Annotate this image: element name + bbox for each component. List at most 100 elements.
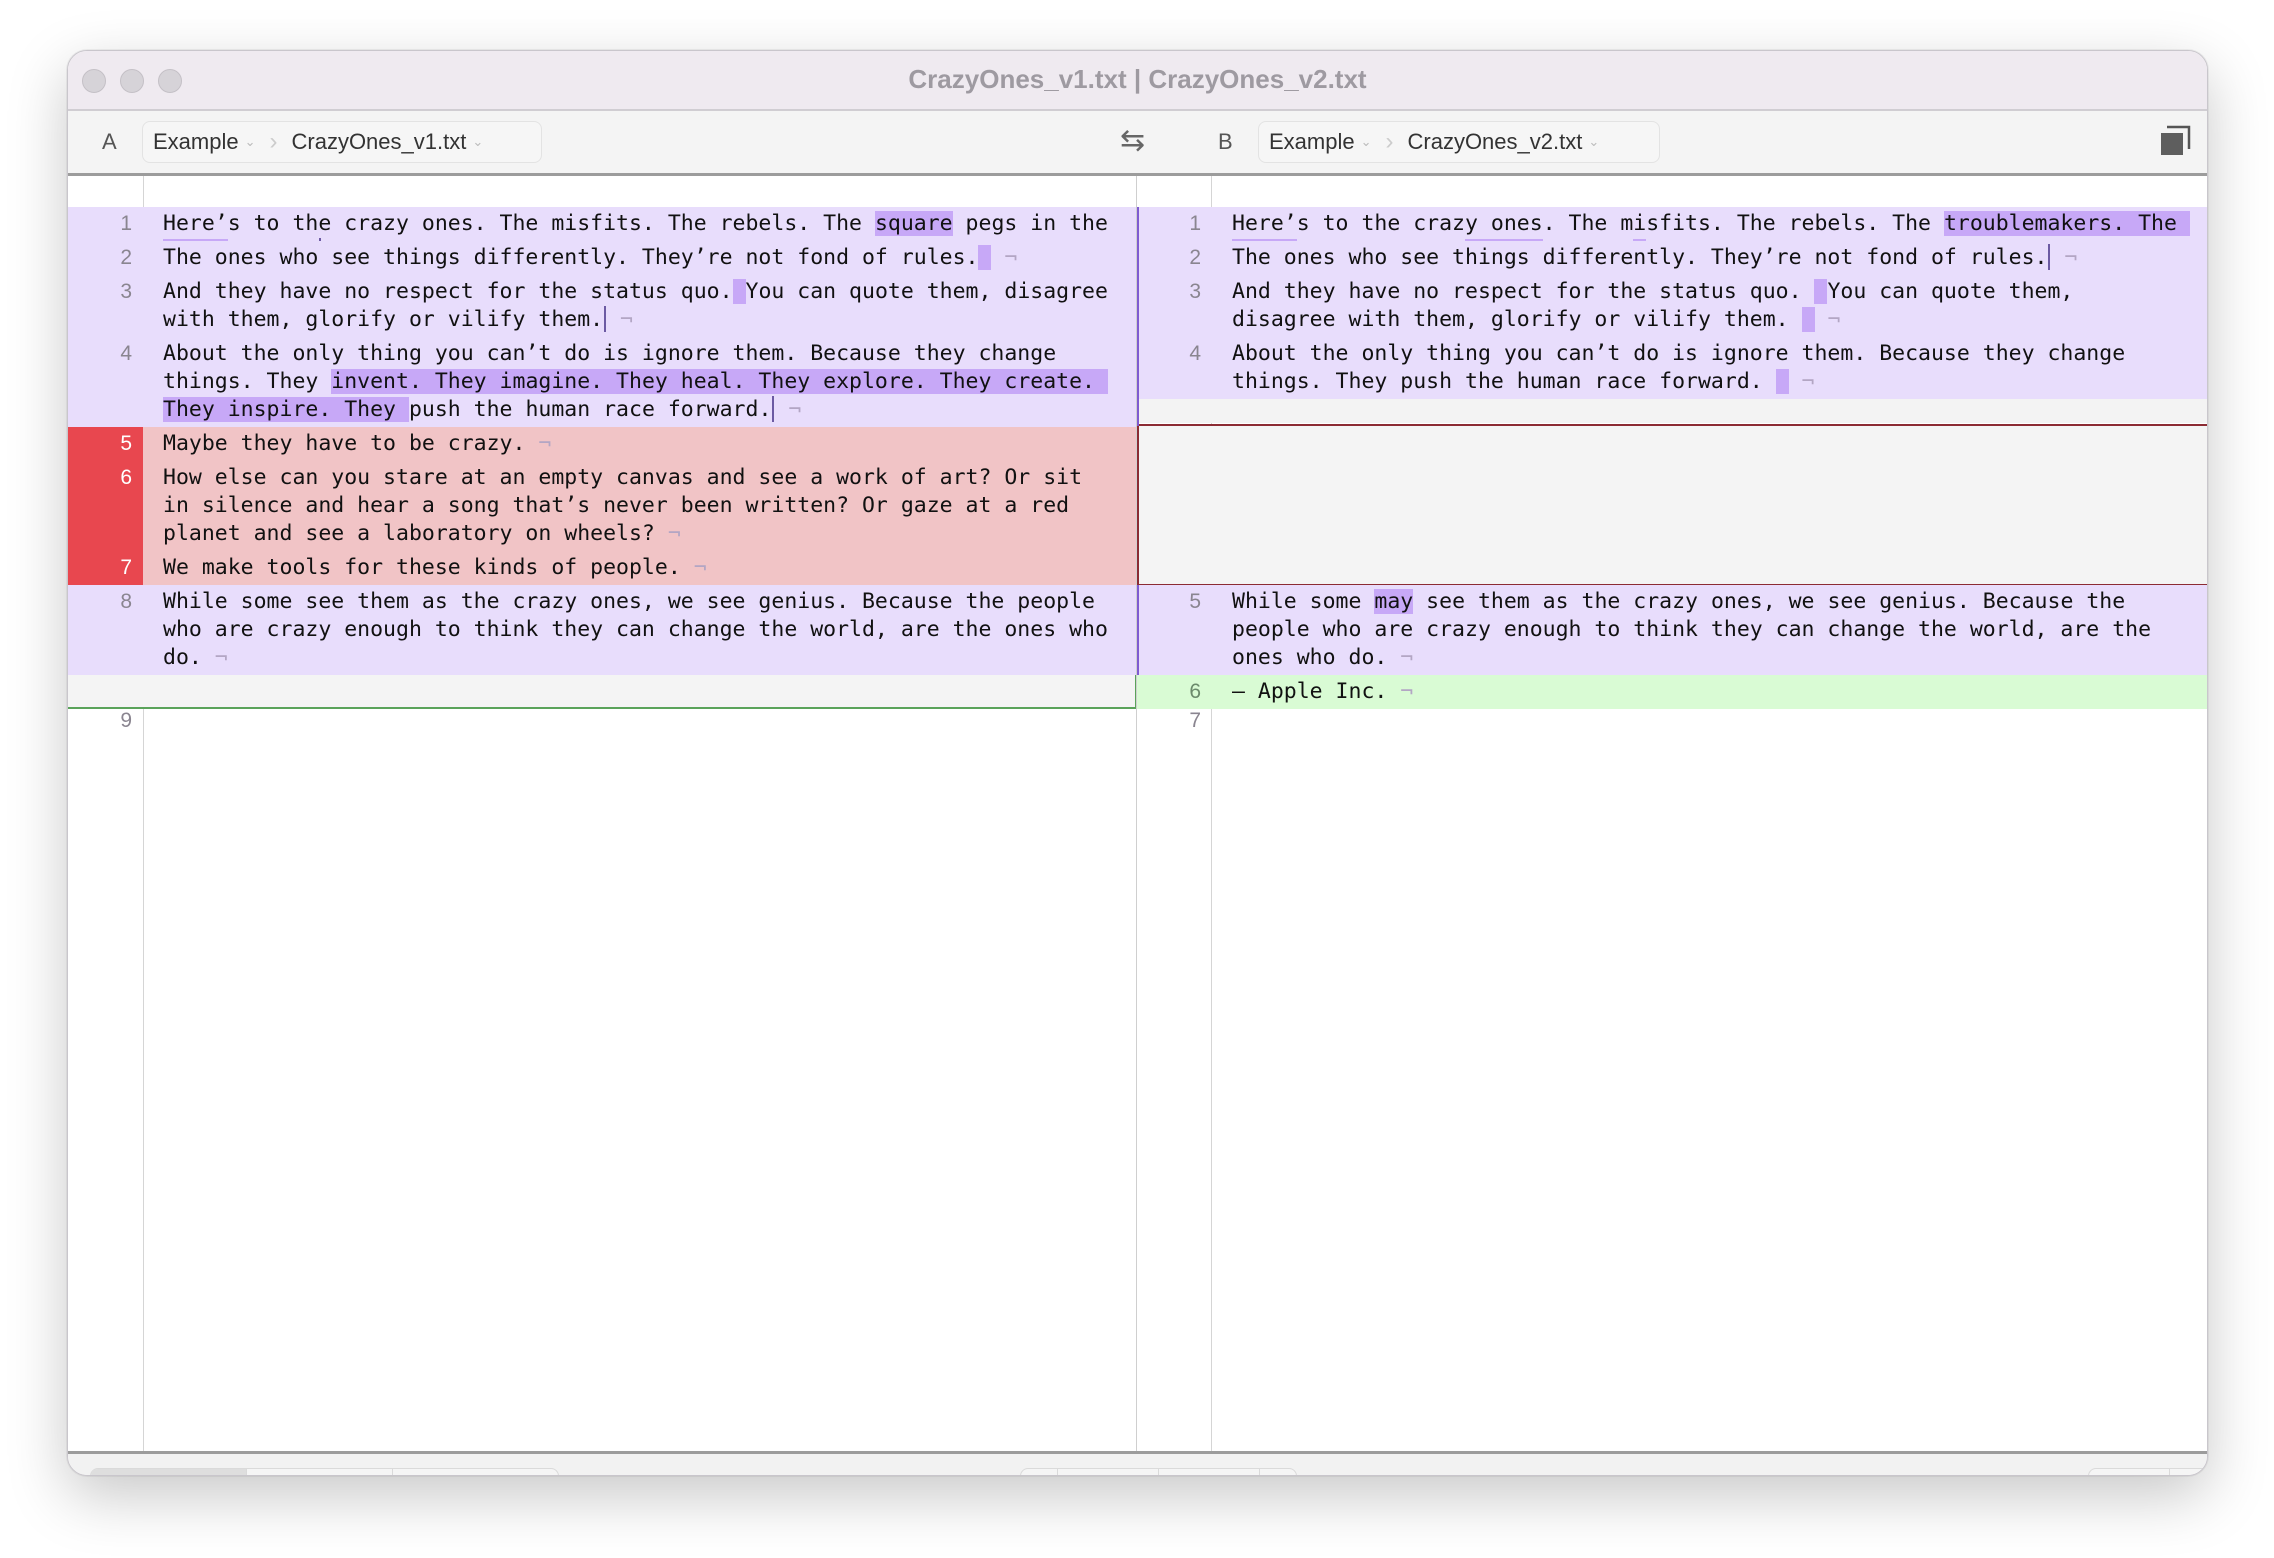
diff-content: 1 Here’s to the crazy ones. The misfits. … bbox=[68, 176, 2207, 1451]
left-merge-menu[interactable]: ▾ bbox=[1021, 1469, 1059, 1475]
text-segment: While some see them as the crazy ones, w… bbox=[163, 589, 1121, 670]
next-change-button[interactable]: ↓ bbox=[2170, 1469, 2208, 1476]
text-segment: – Apple Inc. bbox=[1232, 679, 1388, 704]
line-number: 8 bbox=[120, 590, 132, 613]
breadcrumb-separator-icon: › bbox=[269, 128, 278, 155]
chevron-down-icon: ⌄ bbox=[1360, 134, 1372, 149]
line-number: 7 bbox=[1189, 709, 1201, 732]
line-number: 4 bbox=[120, 342, 132, 365]
line-text[interactable]: We make tools for these kinds of people.… bbox=[163, 554, 1117, 582]
diff-line[interactable]: 3 And they have no respect for the status… bbox=[68, 275, 1137, 337]
diff-line[interactable]: 4 About the only thing you can’t do is ig… bbox=[1137, 337, 2207, 399]
window-title: CrazyOnes_v1.txt | CrazyOnes_v2.txt bbox=[908, 64, 1367, 94]
changed-text-highlight: may bbox=[1374, 589, 1414, 614]
line-text[interactable]: The ones who see things differently. The… bbox=[163, 244, 1117, 272]
line-end-marker-icon: ¬ bbox=[680, 555, 707, 580]
right-file-dropdown[interactable]: CrazyOnes_v2.txt ⌄ bbox=[1398, 129, 1610, 155]
path-bar: A Example ⌄ › CrazyOnes_v1.txt ⌄ ⇆ B Exa… bbox=[68, 111, 2207, 176]
changed-text-highlight bbox=[732, 279, 746, 304]
line-end-marker-icon: ¬ bbox=[991, 245, 1018, 270]
diff-line[interactable]: 2 The ones who see things differently. Th… bbox=[1137, 241, 2207, 275]
text-segment: push the human race forward. bbox=[408, 397, 772, 422]
line-end-marker-icon: ¬ bbox=[525, 431, 552, 456]
right-file-label: CrazyOnes_v2.txt bbox=[1407, 129, 1583, 154]
line-number: 5 bbox=[1189, 590, 1201, 613]
right-merge-menu[interactable]: ▾ bbox=[1260, 1469, 1296, 1475]
left-folder-label: Example bbox=[153, 129, 239, 154]
line-number: 6 bbox=[1189, 680, 1201, 703]
left-file-label: CrazyOnes_v1.txt bbox=[291, 129, 467, 154]
text-segment: And they have no respect for the status … bbox=[163, 279, 733, 304]
right-folder-label: Example bbox=[1269, 129, 1355, 154]
line-end-marker-icon: ¬ bbox=[2051, 245, 2078, 270]
right-folder-dropdown[interactable]: Example ⌄ bbox=[1259, 129, 1382, 155]
copy-right-to-left-button[interactable]: ← bbox=[1159, 1469, 1261, 1475]
line-text[interactable]: The ones who see things differently. The… bbox=[1232, 244, 2187, 272]
pane-divider[interactable] bbox=[1136, 176, 1137, 1451]
line-text[interactable]: Maybe they have to be crazy. ¬ bbox=[163, 430, 1117, 458]
line-end-marker-icon: ¬ bbox=[1387, 679, 1414, 704]
line-end-marker-icon: ¬ bbox=[201, 645, 228, 670]
right-pane[interactable]: 1 Here’s to the crazy ones. The misfits. … bbox=[1137, 176, 2207, 1451]
line-text[interactable]: About the only thing you can’t do is ign… bbox=[163, 340, 1117, 424]
line-text[interactable]: How else can you stare at an empty canva… bbox=[163, 464, 1117, 548]
text-segment: While some bbox=[1232, 589, 1375, 614]
change-navigation: ↑ ↓ bbox=[2088, 1468, 2208, 1476]
changed-text-highlight bbox=[978, 245, 992, 270]
left-pane[interactable]: 1 Here’s to the crazy ones. The misfits. … bbox=[68, 176, 1137, 1451]
line-number: 3 bbox=[1189, 280, 1201, 303]
line-text[interactable]: While some may see them as the crazy one… bbox=[1232, 588, 2187, 672]
changed-text-highlight bbox=[1775, 369, 1789, 394]
diff-line[interactable]: 8 While some see them as the crazy ones, … bbox=[68, 585, 1137, 675]
diff-line[interactable]: 7 We make tools for these kinds of people… bbox=[68, 551, 1137, 585]
modified-block-edge bbox=[1137, 585, 1139, 675]
side-b-label: B bbox=[1218, 129, 1233, 154]
changed-text-highlight bbox=[1814, 279, 1828, 304]
diff-line[interactable]: 4 About the only thing you can’t do is ig… bbox=[68, 337, 1137, 427]
diff-line[interactable]: 7 bbox=[1137, 704, 2207, 738]
text-segment: pegs in the bbox=[952, 211, 1121, 236]
modified-block-edge bbox=[1137, 207, 1139, 426]
text-segment: The ones who see things differently. The… bbox=[1232, 245, 2048, 270]
text-segment: About the only thing you can’t do is ign… bbox=[1232, 341, 2139, 394]
line-end-marker-icon: ¬ bbox=[1387, 645, 1414, 670]
copy-left-to-right-button[interactable]: → bbox=[1058, 1469, 1160, 1475]
line-end-marker-icon: ¬ bbox=[1814, 307, 1841, 332]
arrow-down-icon: ↓ bbox=[2204, 1474, 2208, 1476]
left-folder-dropdown[interactable]: Example ⌄ bbox=[143, 129, 266, 155]
line-text[interactable]: And they have no respect for the status … bbox=[163, 278, 1117, 334]
line-number: 2 bbox=[120, 246, 132, 269]
line-number: 5 bbox=[120, 432, 132, 455]
view-mode-blocks[interactable]: Blocks bbox=[91, 1469, 247, 1475]
diff-line[interactable]: 5 Maybe they have to be crazy. ¬ bbox=[68, 427, 1137, 461]
line-text[interactable]: And they have no respect for the status … bbox=[1232, 278, 2187, 334]
diff-line[interactable]: 3 And they have no respect for the status… bbox=[1137, 275, 2207, 337]
line-text[interactable]: About the only thing you can’t do is ign… bbox=[1232, 340, 2187, 396]
line-number: 2 bbox=[1189, 246, 1201, 269]
line-text[interactable]: – Apple Inc. ¬ bbox=[1232, 678, 2187, 706]
diff-line[interactable]: 5 While some may see them as the crazy on… bbox=[1137, 585, 2207, 675]
copy-icon[interactable] bbox=[2159, 125, 2193, 159]
view-mode-selector: Blocks Fluid Unified bbox=[90, 1468, 559, 1475]
line-number: 1 bbox=[1189, 212, 1201, 235]
line-text[interactable]: While some see them as the crazy ones, w… bbox=[163, 588, 1117, 672]
diff-line[interactable]: 2 The ones who see things differently. Th… bbox=[68, 241, 1137, 275]
diff-line[interactable]: 9 bbox=[68, 704, 1137, 738]
swap-arrows-icon[interactable]: ⇆ bbox=[1120, 123, 1145, 158]
text-segment: We make tools for these kinds of people. bbox=[163, 555, 681, 580]
text-cursor-icon bbox=[604, 306, 607, 332]
text-segment: Maybe they have to be crazy. bbox=[163, 431, 526, 456]
text-segment: How else can you stare at an empty canva… bbox=[163, 465, 1095, 546]
title-bar: CrazyOnes_v1.txt | CrazyOnes_v2.txt bbox=[68, 51, 2207, 111]
side-a-label: A bbox=[102, 129, 117, 154]
changed-text-highlight bbox=[1801, 307, 1815, 332]
diff-line[interactable]: 6 How else can you stare at an empty canv… bbox=[68, 461, 1137, 551]
line-end-marker-icon: ¬ bbox=[654, 521, 681, 546]
text-segment: The ones who see things differently. The… bbox=[163, 245, 979, 270]
line-end-marker-icon: ¬ bbox=[775, 397, 802, 422]
left-file-dropdown[interactable]: CrazyOnes_v1.txt ⌄ bbox=[282, 129, 494, 155]
view-mode-fluid[interactable]: Fluid bbox=[247, 1469, 394, 1475]
view-mode-unified[interactable]: Unified bbox=[393, 1469, 557, 1475]
previous-change-button[interactable]: ↑ bbox=[2089, 1469, 2170, 1475]
right-breadcrumb: Example ⌄ › CrazyOnes_v2.txt ⌄ bbox=[1258, 121, 1660, 163]
